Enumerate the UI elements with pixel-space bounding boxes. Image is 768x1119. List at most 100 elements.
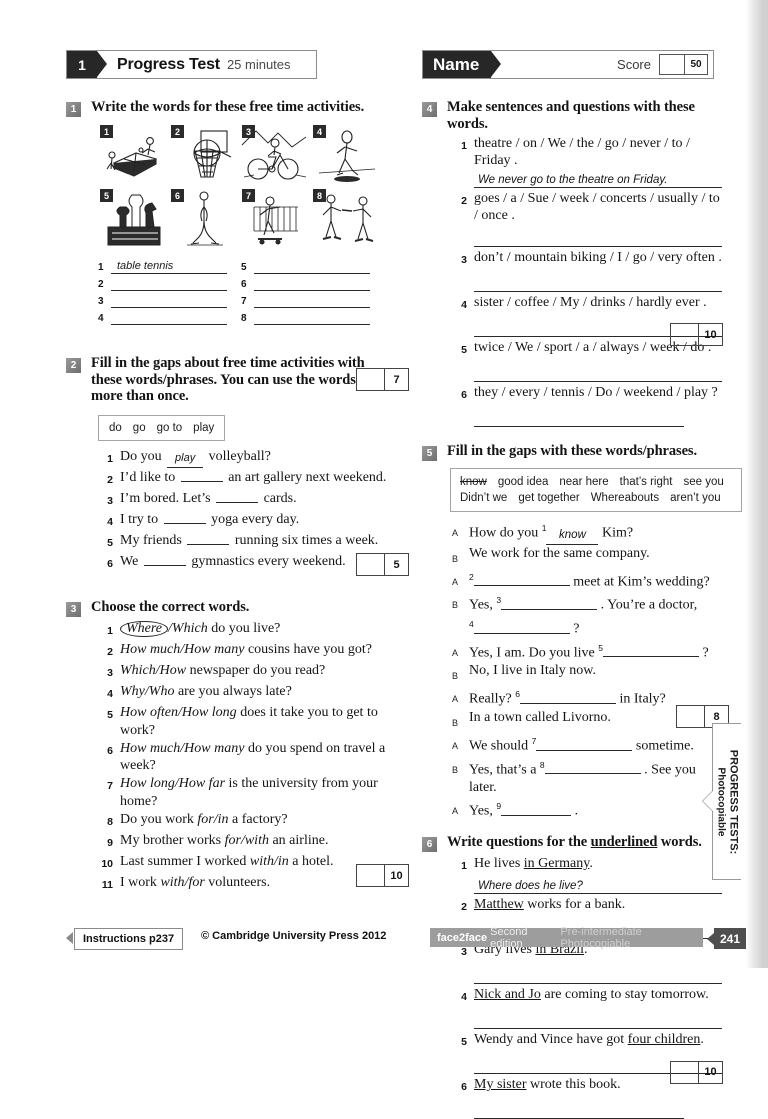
gap-answer[interactable]: play <box>167 450 204 468</box>
answer-line[interactable] <box>474 961 722 984</box>
option-b[interactable]: in <box>218 812 229 827</box>
underlined-part: in Germany <box>523 855 590 871</box>
gap-answer[interactable] <box>501 597 598 610</box>
gap-answer[interactable] <box>187 532 230 545</box>
item-number: 5 <box>107 536 113 549</box>
answer-row[interactable]: 3 <box>98 291 241 308</box>
gap-answer[interactable] <box>544 761 641 775</box>
answer-line[interactable] <box>474 1096 684 1119</box>
item-number: 1 <box>461 859 467 872</box>
item-rest: a hotel. <box>292 853 334 869</box>
option-a[interactable]: How often <box>120 705 178 720</box>
item-number: 4 <box>461 990 467 1003</box>
option-a[interactable]: How long <box>120 776 175 791</box>
answer-line[interactable] <box>474 224 722 247</box>
option-b[interactable]: Who <box>149 684 175 699</box>
item-number: 9 <box>107 836 113 849</box>
answer-line[interactable] <box>474 359 722 382</box>
answer-line[interactable] <box>254 310 370 325</box>
answer-row[interactable]: 4 <box>98 308 241 325</box>
option-a[interactable]: for <box>197 812 213 827</box>
answer-line[interactable] <box>111 276 227 291</box>
wordbank-word: Whereabouts <box>590 492 660 504</box>
gap-answer[interactable] <box>501 803 572 816</box>
option-a[interactable]: How much <box>120 642 180 657</box>
instructions-link[interactable]: Instructions p237 <box>74 928 184 950</box>
exercise-5-wordbank: know good idea near here that’s right see yo… <box>450 468 742 512</box>
mark-input[interactable] <box>357 865 385 886</box>
answer-row[interactable]: 8 <box>241 308 384 325</box>
test-duration: 25 minutes <box>226 57 291 72</box>
speaker-label: A <box>452 528 459 538</box>
gap-answer[interactable] <box>602 644 699 658</box>
score-input[interactable] <box>660 55 685 74</box>
option-b[interactable]: How far <box>179 776 225 791</box>
answer-line[interactable]: Where does he live? <box>474 875 722 894</box>
answer-line[interactable] <box>474 1006 722 1029</box>
answer-line[interactable] <box>474 269 722 292</box>
answer-line[interactable]: table tennis <box>111 259 227 274</box>
gap-answer[interactable] <box>473 621 570 634</box>
sentence-post: . <box>700 1031 704 1047</box>
answer-row[interactable]: 2 <box>98 274 241 291</box>
gap-answer[interactable] <box>180 469 223 482</box>
gap-answer[interactable] <box>520 691 616 704</box>
dialogue-line: A Yes, I am. Do you live 5 ? <box>452 639 722 663</box>
option-b[interactable]: How many <box>184 642 244 657</box>
exercise-2-title: Fill in the gaps about free time activit… <box>91 355 365 404</box>
underlined-sentence-row: 1 He lives in Germany. <box>454 855 722 875</box>
line-pre: How do you <box>469 525 539 541</box>
answer-line[interactable] <box>111 310 227 325</box>
answer-line[interactable] <box>254 276 370 291</box>
option-a[interactable]: with <box>160 875 184 890</box>
option-b[interactable]: in <box>278 854 289 869</box>
answer-row[interactable]: 1 table tennis <box>98 257 241 274</box>
option-a[interactable]: Why <box>120 684 145 699</box>
mark-input[interactable] <box>357 554 385 575</box>
wordbank-word: Didn’t we <box>460 492 508 504</box>
option-b[interactable]: How many <box>184 741 244 756</box>
gap-answer[interactable] <box>143 553 186 566</box>
answer-line[interactable] <box>474 404 684 427</box>
line-pre: We work for the same company. <box>469 545 650 561</box>
item-pre: Do you work <box>120 811 194 827</box>
gap-answer[interactable] <box>536 738 633 751</box>
item-number: 5 <box>107 709 113 721</box>
option-a[interactable]: with <box>250 854 274 869</box>
option-a[interactable]: Where <box>120 621 169 637</box>
mark-input[interactable] <box>671 1061 699 1083</box>
gap-answer[interactable]: know <box>546 526 599 545</box>
sentence-post: . <box>589 855 593 871</box>
answer-line[interactable]: We never go to the theatre on Friday. <box>474 169 722 188</box>
gap-answer[interactable] <box>216 490 259 503</box>
answer-row[interactable]: 5 <box>241 257 384 274</box>
answer-row[interactable]: 6 <box>241 274 384 291</box>
option-b[interactable]: How long <box>182 705 237 720</box>
option-b[interactable]: How <box>160 663 186 678</box>
option-a[interactable]: Which <box>120 663 156 678</box>
answer-number: 8 <box>241 313 247 324</box>
option-a[interactable]: for <box>225 833 241 848</box>
answer-row[interactable]: 7 <box>241 291 384 308</box>
answer-line[interactable] <box>254 259 370 274</box>
gap-answer[interactable] <box>163 511 206 524</box>
answer-number: 2 <box>98 279 104 290</box>
option-b[interactable]: with <box>245 833 269 848</box>
mark-input[interactable] <box>671 324 699 345</box>
option-a[interactable]: How much <box>120 741 180 756</box>
gap-answer[interactable] <box>473 573 570 587</box>
item-number: 1 <box>107 452 113 465</box>
title-underlined: underlined <box>590 833 658 850</box>
progress-test-titlebar: 1 Progress Test 25 minutes <box>66 50 317 79</box>
option-b[interactable]: for <box>188 875 204 890</box>
side-tab-line-1: PROGRESS TESTS: <box>727 749 740 854</box>
answer-line[interactable] <box>254 293 370 308</box>
test-title: Progress Test <box>117 55 220 73</box>
answer-text: We never go to the theatre on Friday. <box>478 174 668 186</box>
answer-line[interactable] <box>111 293 227 308</box>
option-b[interactable]: Which <box>172 621 208 636</box>
mark-input[interactable] <box>677 706 705 727</box>
exercise-6-title: Write questions for the underlined words… <box>447 834 702 851</box>
choice-row: 11 I work with/for volunteers. <box>98 874 396 895</box>
exercise-2-number: 2 <box>66 358 81 373</box>
